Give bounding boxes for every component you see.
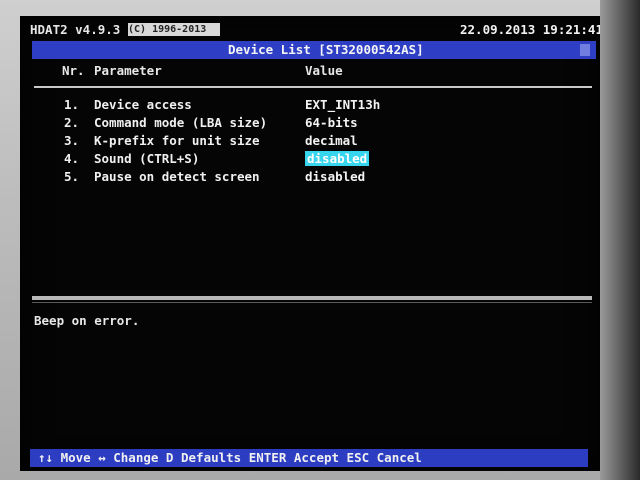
date-time: 22.09.2013 19:21:41 [460,22,600,37]
key-legend-bar: ↑↓ Move ↔ Change D Defaults ENTER Accept… [30,449,588,467]
row-parameter: Sound (CTRL+S) [94,151,200,166]
scroll-indicator [580,44,590,56]
monitor-bezel-edge [600,0,640,480]
row-parameter: Device access [94,97,192,112]
row-value[interactable]: EXT_INT13h [305,97,380,112]
row-number: 2. [64,115,80,130]
row-value-selected[interactable]: disabled [305,151,370,166]
row-value[interactable]: 64-bits [305,115,358,130]
panel-divider [32,296,592,300]
row-number: 5. [64,169,80,184]
row-number: 1. [64,97,80,112]
row-number: 3. [64,133,80,148]
header-divider [34,86,592,88]
help-text: Beep on error. [34,313,140,328]
app-version: HDAT2 v4.9.3 [30,22,121,37]
panel-divider-shadow [32,302,592,303]
window-title: Device List [ST32000542AS] [228,42,424,57]
row-number: 4. [64,151,80,166]
column-header-nr: Nr. [62,63,85,78]
window-title-bar: Device List [ST32000542AS] [32,41,596,59]
row-parameter: Pause on detect screen [94,169,260,184]
key-legend: ↑↓ Move ↔ Change D Defaults ENTER Accept… [38,450,422,465]
status-line: HDAT2 v4.9.3 (C) 1996-2013 22.09.2013 19… [20,22,600,38]
column-header-parameter: Parameter [94,63,162,78]
app-version-copyright: (C) 1996-2013 [128,23,220,36]
row-parameter: K-prefix for unit size [94,133,260,148]
row-parameter: Command mode (LBA size) [94,115,268,130]
row-value[interactable]: disabled [305,169,365,184]
column-header-value: Value [305,63,343,78]
row-value[interactable]: decimal [305,133,358,148]
bios-screen: HDAT2 v4.9.3 (C) 1996-2013 22.09.2013 19… [20,16,600,471]
